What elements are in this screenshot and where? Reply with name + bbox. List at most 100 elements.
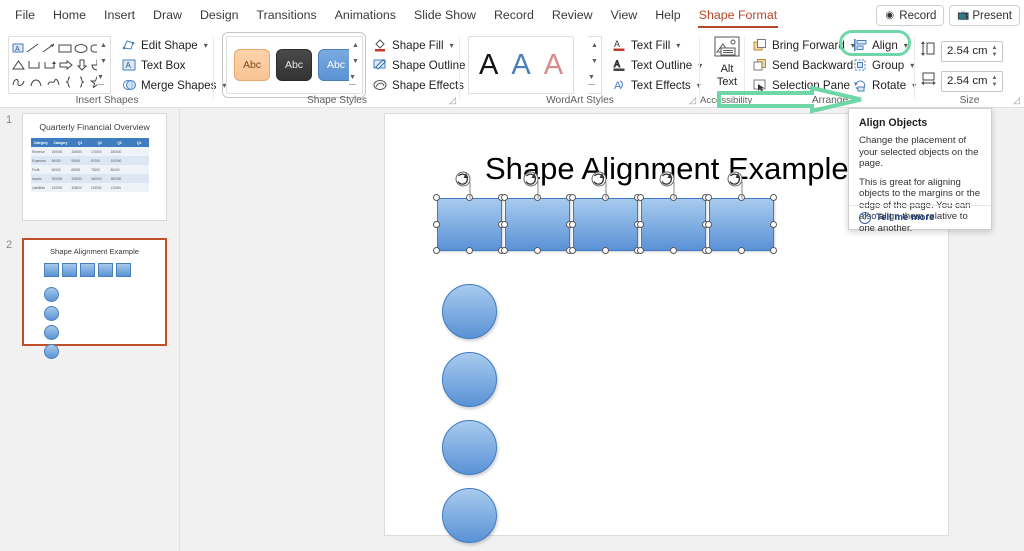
- tooltip-footer[interactable]: ? Tell me more: [849, 205, 991, 229]
- left-brace-shape-icon[interactable]: [64, 76, 73, 88]
- wordart-gallery[interactable]: A A A: [468, 36, 574, 94]
- ribbon-tab-draw[interactable]: Draw: [144, 0, 191, 31]
- group-button[interactable]: Group▾: [849, 55, 919, 75]
- ribbon-tab-transitions[interactable]: Transitions: [248, 0, 326, 31]
- rotation-handle[interactable]: [521, 170, 555, 205]
- record-button[interactable]: ◉ Record: [876, 5, 944, 26]
- resize-handle[interactable]: [770, 194, 777, 201]
- resize-handle[interactable]: [534, 247, 541, 254]
- line-shape-icon[interactable]: [26, 42, 40, 54]
- slide-rectangle[interactable]: [709, 198, 774, 251]
- wordart-sample-plain[interactable]: A: [479, 51, 498, 80]
- right-arrow-shape-icon[interactable]: [59, 59, 73, 71]
- present-button[interactable]: 📺 Present: [949, 5, 1020, 26]
- ribbon-tab-slide-show[interactable]: Slide Show: [405, 0, 485, 31]
- arrow-line-shape-icon[interactable]: [42, 42, 56, 54]
- chevron-down-icon[interactable]: ▾: [204, 41, 208, 50]
- rotation-handle[interactable]: [453, 170, 487, 205]
- resize-handle[interactable]: [770, 221, 777, 228]
- freeform-shape-icon[interactable]: [47, 76, 61, 88]
- resize-handle[interactable]: [569, 194, 576, 201]
- resize-handle[interactable]: [670, 247, 677, 254]
- resize-handle[interactable]: [501, 247, 508, 254]
- slide-circle[interactable]: [442, 352, 497, 407]
- size-dialog-launcher[interactable]: ◿: [1013, 95, 1020, 106]
- wordart-sample-blue[interactable]: A: [511, 51, 530, 80]
- resize-handle[interactable]: [705, 194, 712, 201]
- ribbon-tab-shape-format[interactable]: Shape Format: [690, 0, 787, 31]
- slide-circle[interactable]: [442, 488, 497, 543]
- ribbon-tab-animations[interactable]: Animations: [326, 0, 405, 31]
- shape-width-input[interactable]: 2.54 cm ▲▼: [941, 71, 1003, 92]
- triangle-shape-icon[interactable]: [12, 59, 25, 71]
- ribbon-tab-file[interactable]: File: [6, 0, 44, 31]
- resize-handle[interactable]: [466, 247, 473, 254]
- oval-shape-icon[interactable]: [74, 42, 88, 54]
- tell-me-more-link[interactable]: Tell me more: [876, 212, 934, 223]
- text-fill-button[interactable]: AText Fill▾: [608, 35, 705, 55]
- chevron-down-icon[interactable]: ▾: [676, 41, 680, 50]
- slide-circle[interactable]: [442, 284, 497, 339]
- shape-style-swatch-dark[interactable]: Abc: [276, 49, 312, 81]
- slide-rectangle[interactable]: [437, 198, 502, 251]
- thumbnail-canvas-1[interactable]: Quarterly Financial Overview CategoryCat…: [22, 113, 167, 221]
- resize-handle[interactable]: [569, 247, 576, 254]
- wordart-scroll-up-icon[interactable]: ▲: [591, 42, 598, 49]
- ribbon-tab-view[interactable]: View: [602, 0, 647, 31]
- wordart-more-icon[interactable]: ▼—: [588, 74, 601, 88]
- align-button[interactable]: Align▾: [849, 35, 919, 55]
- resize-handle[interactable]: [637, 194, 644, 201]
- down-arrow-shape-icon[interactable]: [76, 59, 88, 71]
- textbox-shape-icon[interactable]: A: [12, 42, 24, 54]
- scribble-shape-icon[interactable]: [12, 76, 26, 88]
- slide-rectangle[interactable]: [505, 198, 570, 251]
- resize-handle[interactable]: [501, 221, 508, 228]
- ribbon-tab-record[interactable]: Record: [485, 0, 543, 31]
- ribbon-tab-insert[interactable]: Insert: [95, 0, 144, 31]
- elbow-connector-icon[interactable]: [28, 59, 41, 71]
- text-effects-button[interactable]: AText Effects▾: [608, 75, 705, 95]
- shapes-gallery-scroll[interactable]: ▲ ▼ ▼—: [97, 36, 111, 94]
- shape-styles-dialog-launcher[interactable]: ◿: [449, 95, 456, 106]
- shapes-gallery[interactable]: A: [8, 36, 108, 94]
- resize-handle[interactable]: [637, 221, 644, 228]
- styles-more-icon[interactable]: ▼—: [349, 74, 362, 88]
- rotation-handle[interactable]: [657, 170, 691, 205]
- wordart-scroll-down-icon[interactable]: ▼: [591, 58, 598, 65]
- wordart-scroll[interactable]: ▲ ▼ ▼—: [588, 36, 602, 94]
- shape-height-stepper[interactable]: ▲▼: [990, 43, 999, 62]
- ribbon-tab-home[interactable]: Home: [44, 0, 95, 31]
- shape-style-swatch-orange[interactable]: Abc: [234, 49, 270, 81]
- rotation-handle[interactable]: [589, 170, 623, 205]
- chevron-down-icon[interactable]: ▾: [450, 41, 454, 50]
- thumbnail-canvas-2[interactable]: Shape Alignment Example: [22, 238, 167, 346]
- wordart-dialog-launcher[interactable]: ◿: [689, 95, 696, 106]
- slide-circle[interactable]: [442, 420, 497, 475]
- gallery-scroll-up-icon[interactable]: ▲: [100, 42, 107, 49]
- ribbon-tab-design[interactable]: Design: [191, 0, 248, 31]
- resize-handle[interactable]: [705, 247, 712, 254]
- shape-height-input[interactable]: 2.54 cm ▲▼: [941, 41, 1003, 62]
- rotation-handle[interactable]: [725, 170, 759, 205]
- resize-handle[interactable]: [569, 221, 576, 228]
- alt-text-button[interactable]: Alt Text: [706, 35, 748, 95]
- chevron-down-icon[interactable]: ▾: [904, 41, 908, 50]
- styles-scroll-up-icon[interactable]: ▲: [352, 42, 359, 49]
- wordart-sample-red[interactable]: A: [544, 51, 563, 80]
- slide-rectangle[interactable]: [573, 198, 638, 251]
- resize-handle[interactable]: [602, 247, 609, 254]
- slide-thumbnail-pane[interactable]: 1 Quarterly Financial Overview CategoryC…: [0, 108, 180, 551]
- styles-scroll-down-icon[interactable]: ▼: [352, 58, 359, 65]
- resize-handle[interactable]: [770, 247, 777, 254]
- gallery-scroll-down-icon[interactable]: ▼: [100, 58, 107, 65]
- resize-handle[interactable]: [433, 221, 440, 228]
- ribbon-tab-help[interactable]: Help: [646, 0, 689, 31]
- resize-handle[interactable]: [705, 221, 712, 228]
- shape-width-stepper[interactable]: ▲▼: [990, 73, 999, 92]
- shape-styles-scroll[interactable]: ▲ ▼ ▼—: [349, 36, 363, 94]
- resize-handle[interactable]: [433, 247, 440, 254]
- gallery-more-icon[interactable]: ▼—: [97, 74, 110, 88]
- rectangle-shape-icon[interactable]: [58, 42, 72, 54]
- rotate-button[interactable]: Rotate▾: [849, 75, 919, 95]
- curve-shape-icon[interactable]: [30, 76, 43, 88]
